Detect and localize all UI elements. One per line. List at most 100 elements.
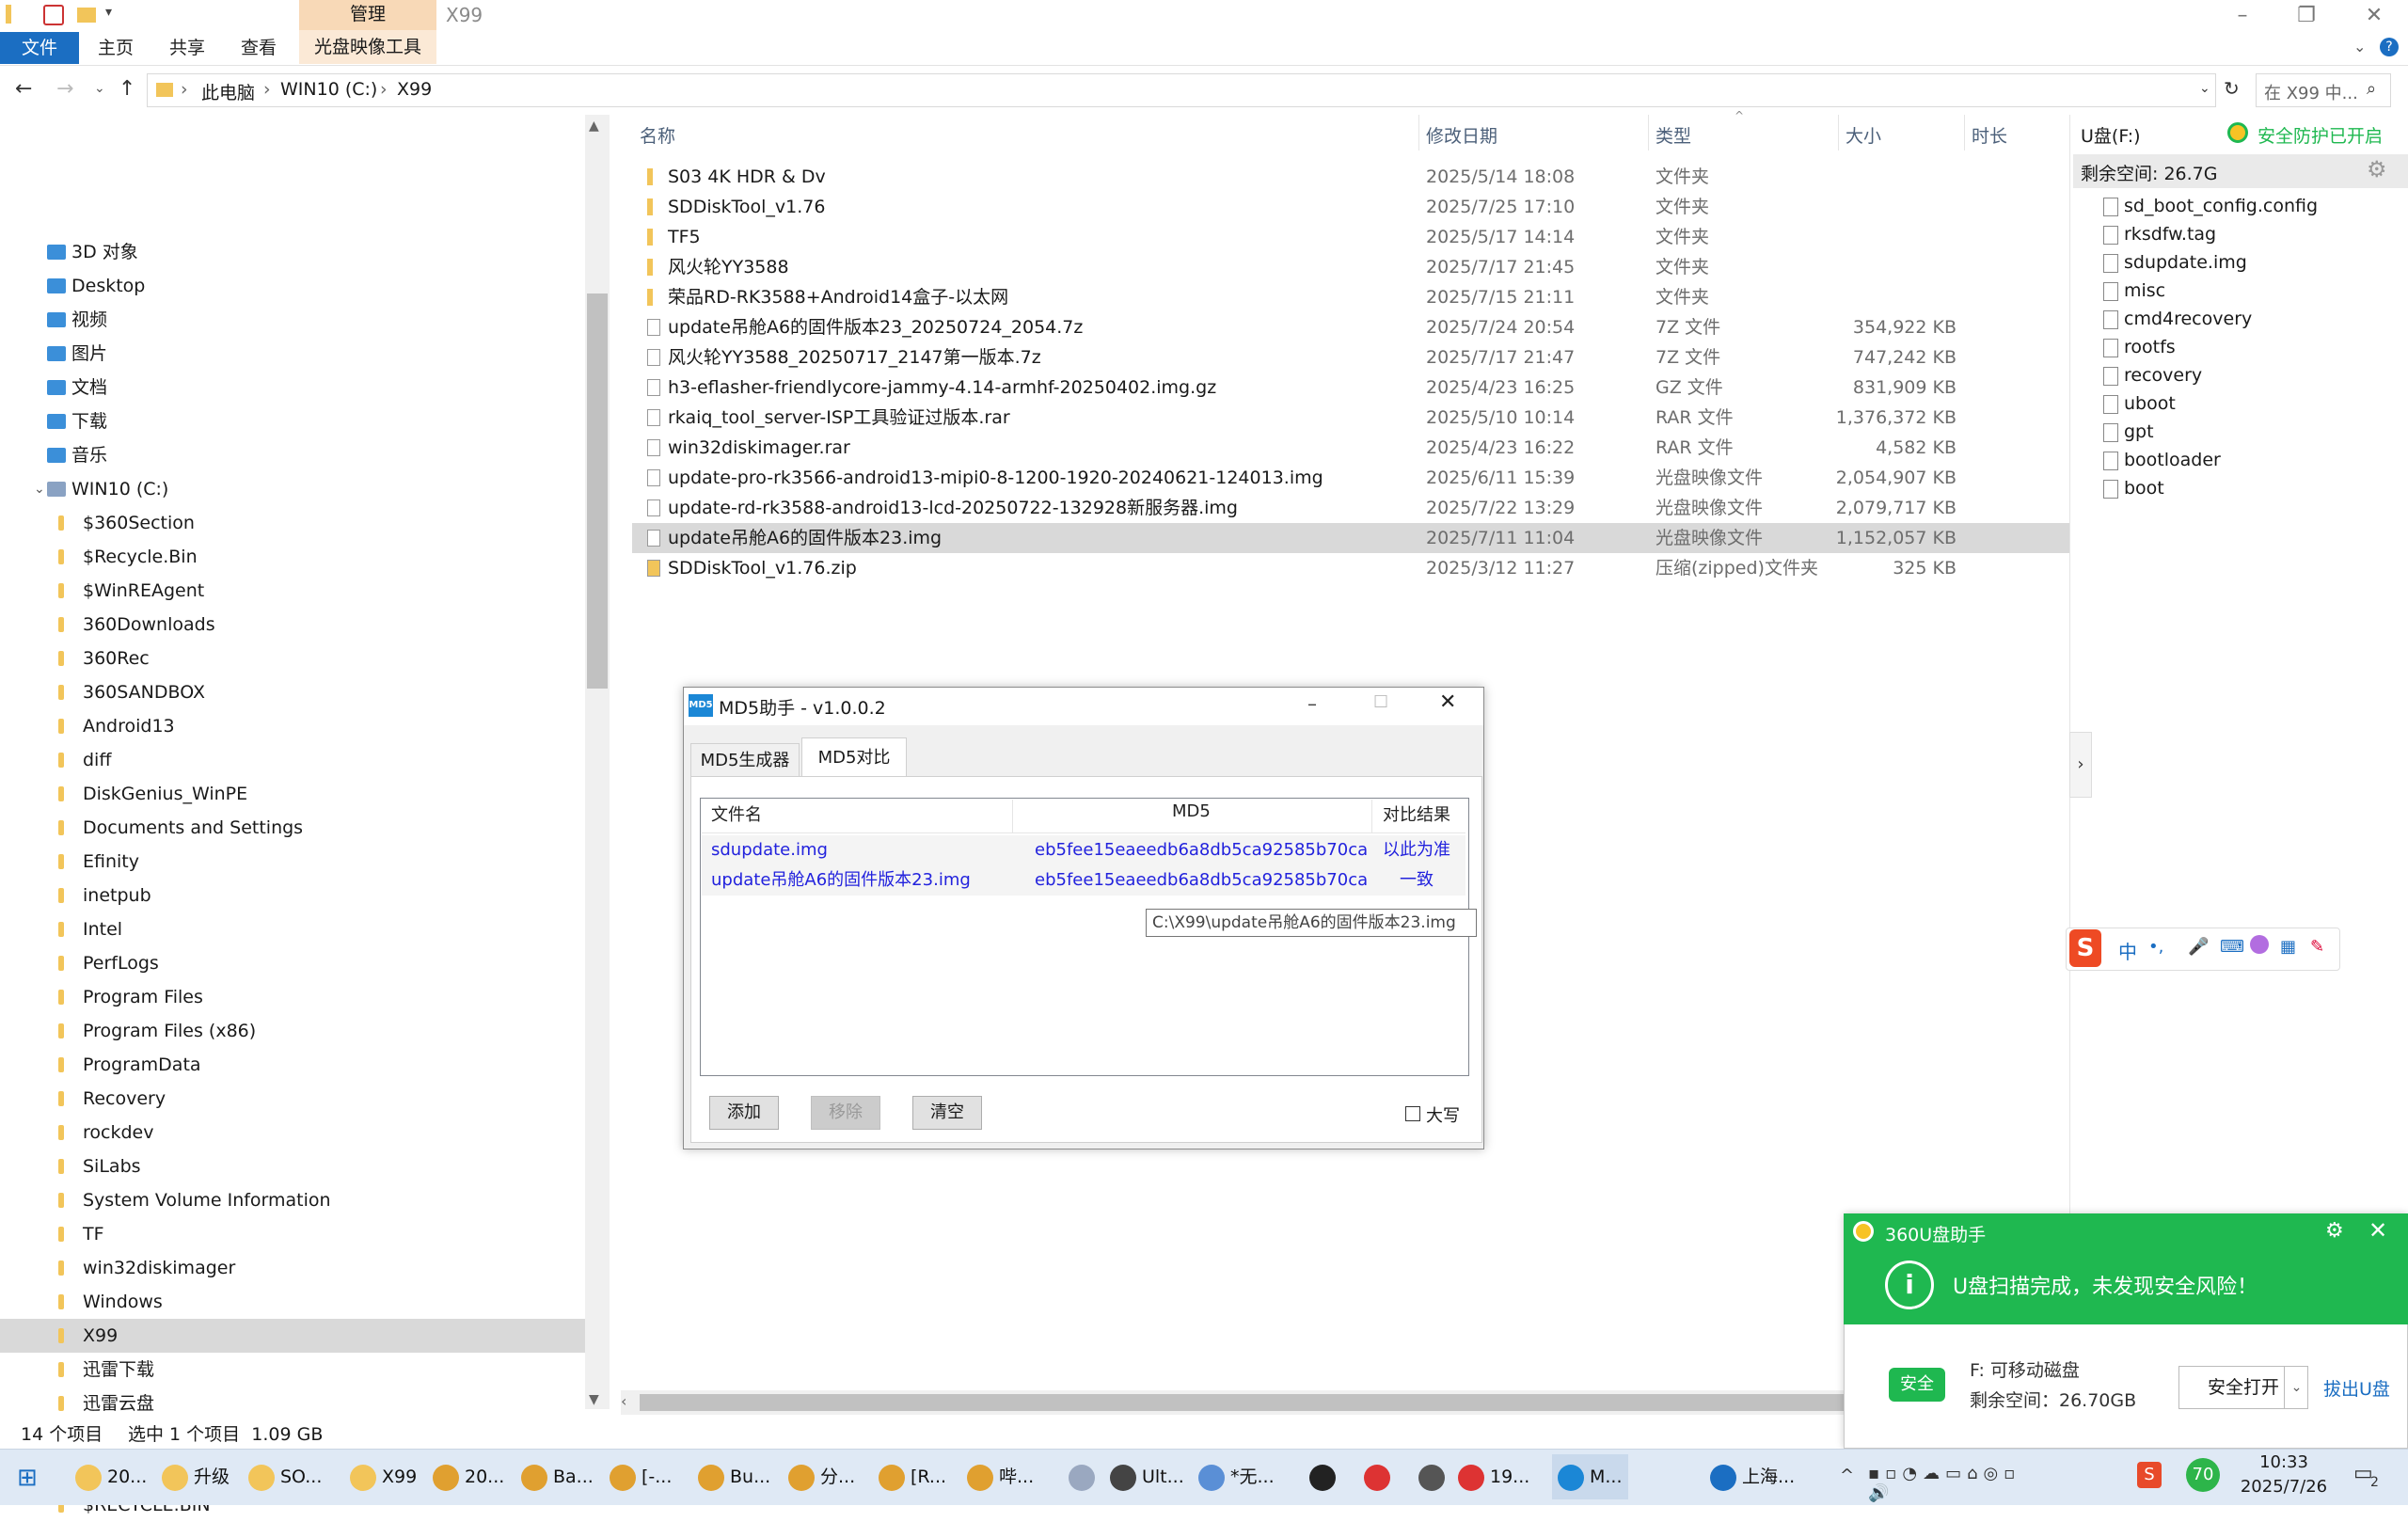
help-icon[interactable]: ?	[2380, 38, 2399, 56]
table-row[interactable]: win32diskimager.rar 2025/4/23 16:22 RAR 文件…	[632, 433, 2069, 463]
taskbar-app[interactable]: 20...	[75, 1454, 147, 1499]
nav-item[interactable]: ProgramData	[0, 1048, 585, 1082]
clock-time[interactable]: 10:33	[2237, 1452, 2331, 1472]
remove-button[interactable]: 移除	[811, 1096, 880, 1130]
nav-item[interactable]: 360SANDBOX	[0, 675, 585, 709]
preview-item[interactable]: bootloader	[2124, 450, 2221, 470]
table-row[interactable]: h3-eflasher-friendlycore-jammy-4.14-armh…	[632, 373, 2069, 403]
preview-item[interactable]: recovery	[2124, 365, 2202, 386]
close-icon[interactable]: ✕	[2346, 0, 2402, 32]
taskbar-app[interactable]: 上海...	[1710, 1454, 1795, 1499]
uppercase-checkbox[interactable]	[1405, 1106, 1420, 1121]
address-bar[interactable]	[147, 73, 2216, 107]
tray-overflow-icon[interactable]: ^	[1840, 1466, 1854, 1485]
properties-icon[interactable]	[43, 5, 64, 25]
nav-item[interactable]: Documents and Settings	[0, 811, 585, 845]
nav-item[interactable]: TF	[0, 1217, 585, 1251]
taskbar-app[interactable]: *无...	[1198, 1454, 1275, 1499]
breadcrumb-folder[interactable]: X99	[397, 79, 432, 100]
taskbar-app[interactable]: SO...	[248, 1454, 322, 1499]
nav-item[interactable]: 音乐	[0, 438, 585, 472]
preview-item[interactable]: cmd4recovery	[2124, 309, 2252, 329]
taskbar-app[interactable]: Ba...	[521, 1454, 594, 1499]
taskbar-app[interactable]: 19...	[1458, 1454, 1529, 1499]
taskbar-app[interactable]: M...	[1552, 1454, 1628, 1499]
nav-item[interactable]: 视频	[0, 303, 585, 337]
chevron-down-icon[interactable]: ⌄	[2284, 1366, 2308, 1409]
preview-item[interactable]: boot	[2124, 478, 2164, 499]
nav-item[interactable]: X99	[0, 1319, 585, 1353]
nav-item[interactable]: 3D 对象	[0, 235, 585, 269]
taskbar-app[interactable]: Bu...	[698, 1454, 770, 1499]
column-name[interactable]: 名称	[640, 122, 675, 148]
up-icon[interactable]: ↑	[119, 77, 135, 101]
md5-col-file[interactable]: 文件名	[711, 801, 762, 826]
gear-icon[interactable]: ⚙	[2367, 156, 2387, 182]
preview-item[interactable]: sdupdate.img	[2124, 252, 2247, 273]
nav-item[interactable]: Recovery	[0, 1082, 585, 1116]
table-row[interactable]: update吊舱A6的固件版本23_20250724_2054.7z 2025/7…	[632, 312, 2069, 342]
table-row[interactable]: SDDiskTool_v1.76.zip 2025/3/12 11:27 压缩(zi…	[632, 553, 2069, 583]
recent-dropdown-icon[interactable]: ⌄	[94, 81, 105, 96]
preview-item[interactable]: uboot	[2124, 393, 2176, 414]
nav-item[interactable]: $360Section	[0, 506, 585, 540]
nav-item[interactable]: Program Files (x86)	[0, 1014, 585, 1048]
tab-disc-image-tools[interactable]: 光盘映像工具	[299, 30, 436, 64]
punctuation-icon[interactable]: •,	[2148, 937, 2163, 957]
nav-item[interactable]: ⌄ WIN10 (C:)	[0, 472, 585, 506]
table-row[interactable]: 荣品RD-RK3588+Android14盒子-以太网 2025/7/15 21:…	[632, 282, 2069, 312]
preview-item[interactable]: rksdfw.tag	[2124, 224, 2216, 245]
nav-item[interactable]: 图片	[0, 337, 585, 371]
md5-col-result[interactable]: 对比结果	[1383, 801, 1450, 826]
scroll-up-icon[interactable]: ▲	[589, 119, 599, 134]
collapse-pane-icon[interactable]: ›	[2069, 732, 2092, 798]
sogou-s-icon[interactable]: S	[2069, 929, 2101, 967]
md5-row[interactable]: sdupdate.img eb5fee15eaeedb6a8db5ca92585…	[702, 835, 1465, 865]
protection-status[interactable]: 安全防护已开启	[2258, 122, 2383, 148]
nav-item[interactable]: diff	[0, 743, 585, 777]
table-row[interactable]: TF5 2025/5/17 14:14 文件夹	[632, 222, 2069, 252]
column-type[interactable]: 类型	[1656, 122, 1691, 148]
gear-icon[interactable]: ⚙	[2325, 1219, 2344, 1243]
nav-item[interactable]: rockdev	[0, 1116, 585, 1149]
close-icon[interactable]: ✕	[1439, 690, 1456, 714]
scroll-down-icon[interactable]: ▼	[589, 1392, 599, 1407]
table-row[interactable]: S03 4K HDR & Dv 2025/5/14 18:08 文件夹	[632, 162, 2069, 192]
preview-item[interactable]: gpt	[2124, 421, 2154, 442]
toolbox-icon[interactable]: ▦	[2280, 937, 2296, 957]
md5-col-md5[interactable]: MD5	[1172, 801, 1211, 821]
clock-date[interactable]: 2025/7/26	[2231, 1477, 2337, 1497]
tab-share[interactable]: 共享	[169, 32, 205, 64]
taskbar-app[interactable]: X99	[350, 1454, 417, 1499]
table-row[interactable]: 风火轮YY3588_20250717_2147第一版本.7z 2025/7/17 …	[632, 342, 2069, 373]
add-button[interactable]: 添加	[709, 1096, 779, 1130]
sogou-tray-icon[interactable]: S	[2137, 1462, 2162, 1488]
new-folder-icon[interactable]	[77, 8, 96, 23]
search-icon[interactable]: ⌕	[2367, 79, 2376, 99]
maximize-icon[interactable]: ☐	[1373, 692, 1388, 712]
refresh-icon[interactable]: ↻	[2224, 77, 2240, 100]
eject-link[interactable]: 拔出U盘	[2323, 1375, 2390, 1401]
quick-access-dropdown-icon[interactable]: ▾	[105, 5, 126, 25]
nav-item[interactable]: win32diskimager	[0, 1251, 585, 1285]
taskbar-app[interactable]: [R...	[879, 1454, 946, 1499]
nav-item[interactable]: 360Rec	[0, 642, 585, 675]
clear-button[interactable]: 清空	[912, 1096, 982, 1130]
tools-icon[interactable]: ✎	[2310, 937, 2324, 957]
tab-md5-compare[interactable]: MD5对比	[801, 737, 907, 777]
nav-item[interactable]: PerfLogs	[0, 946, 585, 980]
close-icon[interactable]: ✕	[2368, 1217, 2387, 1244]
taskbar-app[interactable]: Ult...	[1110, 1454, 1184, 1499]
nav-item[interactable]: 下载	[0, 404, 585, 438]
taskbar-app[interactable]: 升级	[162, 1454, 230, 1499]
breadcrumb-this-pc[interactable]: 此电脑	[201, 79, 255, 104]
tab-view[interactable]: 查看	[241, 32, 277, 64]
skin-icon[interactable]	[2250, 935, 2269, 954]
tray-icons[interactable]: ▪▫◔☁▭⌂◎▫🔊	[1868, 1464, 2037, 1503]
nav-item[interactable]: DiskGenius_WinPE	[0, 777, 585, 811]
nav-item[interactable]: 文档	[0, 371, 585, 404]
column-size[interactable]: 大小	[1846, 122, 1881, 148]
nav-item[interactable]: Efinity	[0, 845, 585, 879]
table-row[interactable]: 风火轮YY3588 2025/7/17 21:45 文件夹	[632, 252, 2069, 282]
table-row[interactable]: update-pro-rk3566-android13-mipi0-8-1200…	[632, 463, 2069, 493]
